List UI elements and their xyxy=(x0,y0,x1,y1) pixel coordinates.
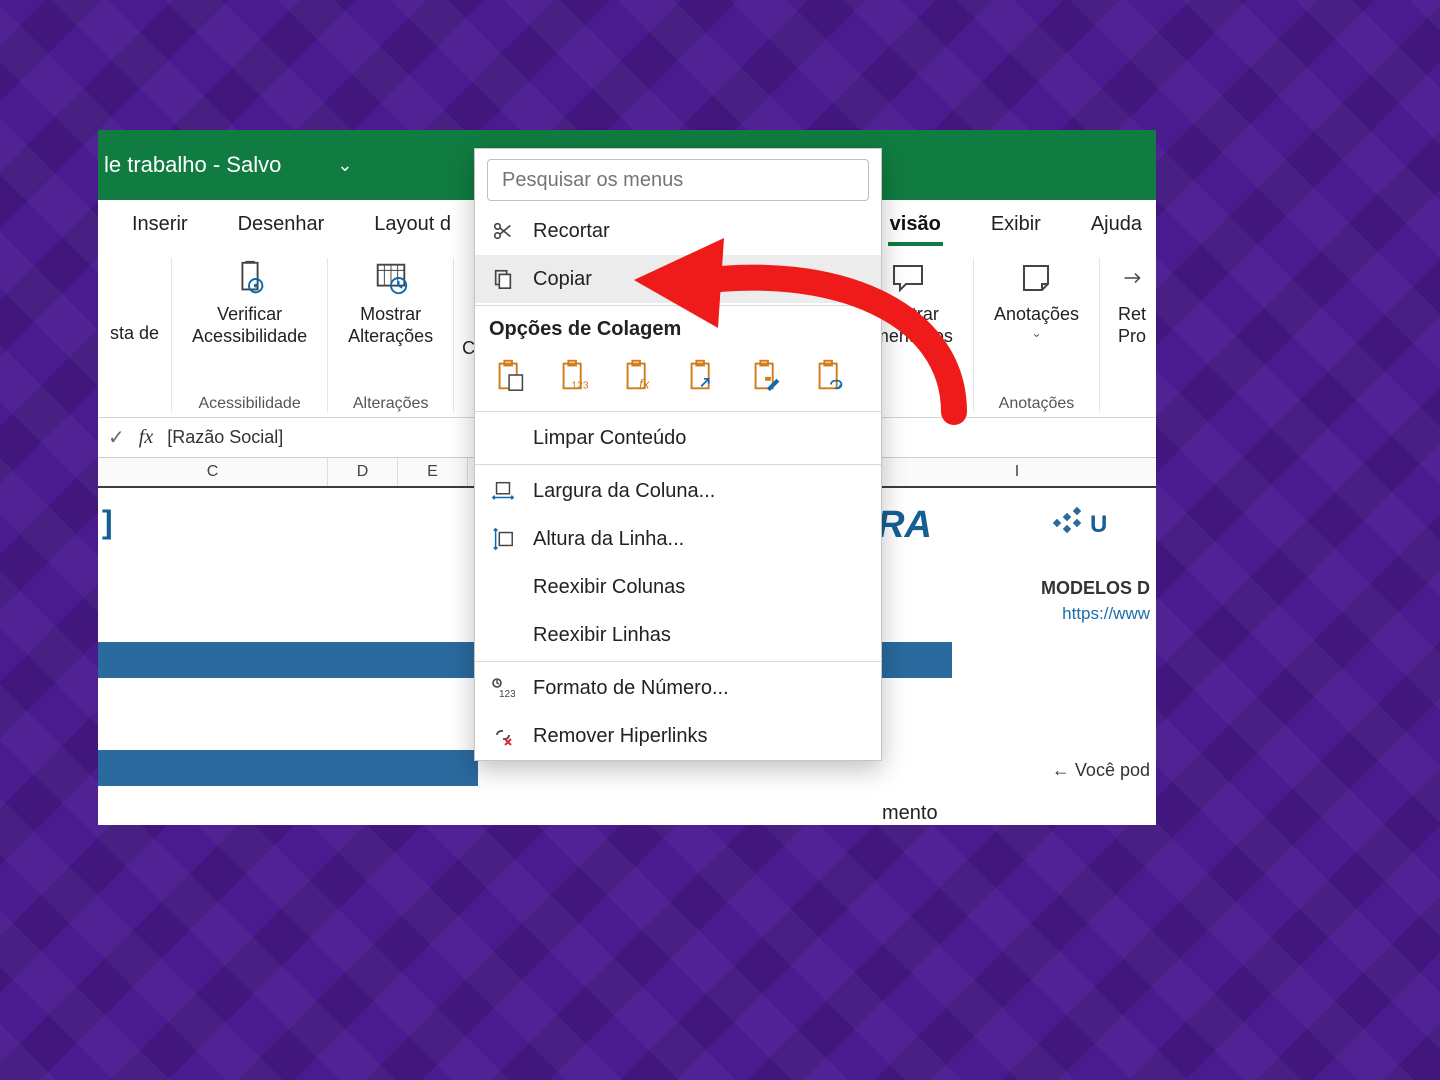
tab-ajuda[interactable]: Ajuda xyxy=(1089,205,1144,244)
tab-revisao[interactable]: visão xyxy=(888,205,943,244)
num-format-label: Formato de Número... xyxy=(533,677,729,700)
paste-default-icon[interactable] xyxy=(489,353,533,397)
svg-text:U: U xyxy=(1090,511,1107,538)
ribbon-group-alteracoes: Mostrar Alterações Alterações xyxy=(328,258,454,413)
menu-item-column-width[interactable]: Largura da Coluna... xyxy=(475,467,881,515)
cut-label: Recortar xyxy=(533,220,610,243)
pro-label: Pro xyxy=(1118,326,1146,348)
annotations-button[interactable]: Anotações ⌄ xyxy=(994,258,1079,340)
paste-link-icon[interactable] xyxy=(809,353,853,397)
menu-item-remove-hyperlinks[interactable]: Remover Hiperlinks xyxy=(475,712,881,760)
ribbon-group-retpro: Ret Pro xyxy=(1100,258,1156,413)
tab-desenhar[interactable]: Desenhar xyxy=(236,205,327,244)
remove-link-icon xyxy=(489,725,517,747)
menu-item-cut[interactable]: Recortar xyxy=(475,207,881,255)
svg-text:fx: fx xyxy=(639,376,651,391)
paste-values-icon[interactable]: 123 xyxy=(553,353,597,397)
row-height-label: Altura da Linha... xyxy=(533,528,684,551)
url-text[interactable]: https://www xyxy=(1062,604,1150,624)
ribbon-label-fragment: sta de xyxy=(110,323,159,345)
scissors-icon xyxy=(489,220,517,242)
paste-formulas-icon[interactable]: fx xyxy=(617,353,661,397)
col-header-i[interactable]: I xyxy=(878,458,1156,486)
menu-item-row-height[interactable]: Altura da Linha... xyxy=(475,515,881,563)
annotations-label: Anotações xyxy=(994,304,1079,326)
paste-transpose-icon[interactable] xyxy=(681,353,725,397)
col-header-c[interactable]: C xyxy=(98,458,328,486)
group-label-anotacoes: Anotações xyxy=(999,395,1075,413)
formula-value[interactable]: [Razão Social] xyxy=(167,427,283,448)
paste-options-row: 123 fx xyxy=(475,347,881,409)
ribbon-group-anotacoes: Anotações ⌄ Anotações xyxy=(974,258,1100,413)
copy-icon xyxy=(489,268,517,290)
show-changes-2: Alterações xyxy=(348,326,433,348)
paste-options-header: Opções de Colagem xyxy=(475,308,881,347)
remove-links-label: Remover Hiperlinks xyxy=(533,725,708,748)
mento-text: mento xyxy=(882,802,938,825)
unhide-cols-label: Reexibir Colunas xyxy=(533,576,685,599)
return-icon xyxy=(1112,258,1152,298)
clear-label: Limpar Conteúdo xyxy=(533,427,686,450)
verify-label-1: Verificar xyxy=(217,304,282,326)
ret-label: Ret xyxy=(1118,304,1146,326)
menu-separator xyxy=(475,411,881,412)
header-stripe-right xyxy=(880,642,952,678)
menu-separator xyxy=(475,464,881,465)
tab-exibir[interactable]: Exibir xyxy=(989,205,1043,244)
tab-inserir[interactable]: Inserir xyxy=(130,205,190,244)
menu-separator xyxy=(475,661,881,662)
ribbon-group-acessibilidade: Verificar Acessibilidade Acessibilidade xyxy=(172,258,328,413)
modelos-label: MODELOS D xyxy=(1041,578,1150,599)
show-changes-1: Mostrar xyxy=(360,304,421,326)
partner-logo: U xyxy=(1050,502,1110,542)
number-format-icon: 123 xyxy=(489,677,517,699)
chevron-down-icon[interactable]: ⌄ xyxy=(337,155,352,176)
chevron-down-icon: ⌄ xyxy=(1031,326,1041,340)
tab-layout[interactable]: Layout d xyxy=(372,205,453,244)
col-header-d[interactable]: D xyxy=(328,458,398,486)
unhide-rows-label: Reexibir Linhas xyxy=(533,624,671,647)
changes-icon xyxy=(371,258,411,298)
menu-item-number-format[interactable]: 123 Formato de Número... xyxy=(475,664,881,712)
show-comments-1: Mostrar xyxy=(878,304,939,326)
row-height-icon xyxy=(489,527,517,551)
window-title-fragment: le trabalho - Salvo xyxy=(104,152,281,178)
company-title: ] xyxy=(102,504,113,541)
group-label-alteracoes: Alterações xyxy=(353,395,429,413)
voce-text: ← Você pod xyxy=(1052,760,1150,781)
accessibility-icon xyxy=(230,258,270,298)
section-stripe xyxy=(98,750,478,786)
menu-item-unhide-rows[interactable]: Reexibir Linhas xyxy=(475,611,881,659)
col-width-label: Largura da Coluna... xyxy=(533,480,715,503)
speech-bubble-icon xyxy=(888,258,928,298)
header-stripe-left xyxy=(98,642,478,678)
verify-label-2: Acessibilidade xyxy=(192,326,307,348)
column-width-icon xyxy=(489,480,517,502)
fx-icon[interactable]: fx xyxy=(139,426,153,449)
menu-item-unhide-cols[interactable]: Reexibir Colunas xyxy=(475,563,881,611)
svg-text:123: 123 xyxy=(499,689,515,699)
note-icon xyxy=(1016,258,1056,298)
menu-search-input[interactable] xyxy=(487,159,869,201)
menu-separator xyxy=(475,305,881,306)
verify-accessibility-button[interactable]: Verificar Acessibilidade xyxy=(192,258,307,347)
context-menu: Recortar Copiar Opções de Colagem 123 fx… xyxy=(474,148,882,761)
paste-formatting-icon[interactable] xyxy=(745,353,789,397)
group-label-acessibilidade: Acessibilidade xyxy=(198,395,300,413)
svg-text:123: 123 xyxy=(571,380,589,391)
col-header-e[interactable]: E xyxy=(398,458,468,486)
copy-label: Copiar xyxy=(533,268,592,291)
ra-text: RA xyxy=(877,504,932,547)
menu-item-clear[interactable]: Limpar Conteúdo xyxy=(475,414,881,462)
show-changes-button[interactable]: Mostrar Alterações xyxy=(348,258,433,347)
formula-confirm-icon[interactable]: ✓ xyxy=(108,425,125,450)
menu-item-copy[interactable]: Copiar xyxy=(475,255,881,303)
ribbon-group-fragment-left: sta de xyxy=(98,258,172,413)
